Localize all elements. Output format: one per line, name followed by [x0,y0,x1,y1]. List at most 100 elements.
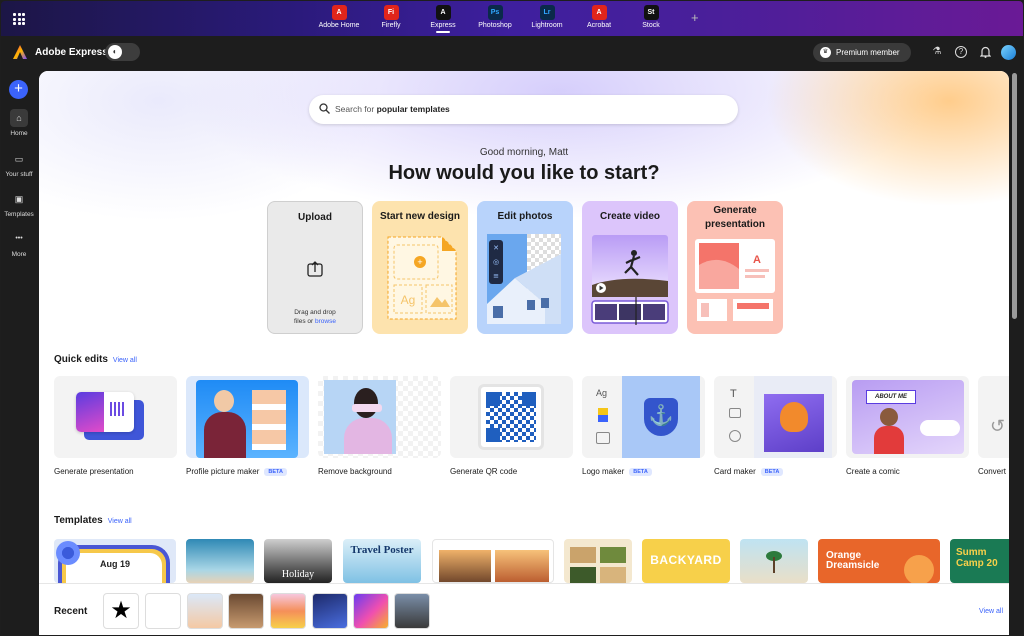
recent-item[interactable] [353,593,389,629]
app-tab-stock[interactable]: St Stock [625,5,677,33]
help-icon[interactable]: ? [955,46,967,58]
quick-edit-generate-qr-code[interactable]: Generate QR code [450,376,575,476]
qr-code-icon [486,392,536,442]
user-avatar[interactable] [1001,45,1016,60]
rail-item-templates[interactable]: ▣ Templates [1,190,37,218]
recent-item[interactable] [187,593,223,629]
recent-view-all-link[interactable]: View all [979,608,1003,615]
template-card[interactable] [186,539,254,583]
rail-item-your-stuff[interactable]: ▭ Your stuff [1,150,37,178]
rail-item-more[interactable]: ••• More [1,230,37,258]
photoshop-icon: Ps [487,5,503,20]
quick-edit-thumbnail [54,376,177,458]
home-canvas: Search for popular templates Good mornin… [39,71,1009,635]
app-switcher-bar: A Adobe Home Fi Firefly A Express Ps Photosh… [1,1,1023,36]
template-card[interactable]: BACKYARD [642,539,730,583]
app-tab-lightroom[interactable]: Lr Lightroom [521,5,573,33]
quick-edit-convert[interactable]: ↺ Convert [978,376,1009,476]
quick-edit-card-maker[interactable]: T Card maker BETA [714,376,839,476]
recent-item[interactable] [270,593,306,629]
beaker-icon[interactable]: ⚗ [931,46,943,58]
rail-item-label: Templates [4,211,34,218]
bell-icon[interactable] [979,46,991,58]
templates-view-all-link[interactable]: View all [108,518,132,525]
start-card-upload[interactable]: Upload Drag and drop files or browse [267,201,363,334]
search-icon [319,103,330,114]
app-tab-photoshop[interactable]: Ps Photoshop [469,5,521,33]
template-card[interactable]: Travel Poster [343,539,421,583]
recent-item[interactable] [145,593,181,629]
svg-text:+: + [417,257,422,267]
express-header: Adobe Express ◐ ♛ Premium member ⚗ ? [1,36,1023,69]
template-card[interactable]: Orange Dreamsicle [818,539,940,583]
browse-link[interactable]: browse [315,318,336,325]
quick-edits-view-all-link[interactable]: View all [113,357,137,364]
app-tab-label: Adobe Home [318,22,360,29]
recent-item[interactable]: ★ [103,593,139,629]
app-tab-acrobat[interactable]: A Acrobat [573,5,625,33]
quick-edit-generate-presentation[interactable]: Generate presentation [54,376,179,476]
template-text: Aug 19 [99,559,130,569]
app-tab-firefly[interactable]: Fi Firefly [365,5,417,33]
quick-edit-label-text: Create a comic [846,467,900,476]
template-search-input[interactable]: Search for popular templates [309,95,738,124]
template-text: Orange Dreamsicle [826,550,880,571]
quick-edit-label: Remove background [318,467,443,476]
brand-title: Adobe Express [35,47,108,58]
firefly-icon: Fi [383,5,399,20]
start-card-title: Generate presentation [704,205,765,230]
acrobat-icon: A [591,5,607,20]
app-tab-label: Photoshop [478,22,512,29]
start-card-generate-presentation[interactable]: Generate presentation A [687,201,783,334]
template-card[interactable]: Holiday [264,539,332,583]
quick-edit-label: Profile picture maker BETA [186,467,311,476]
recent-item[interactable] [394,593,430,629]
rail-item-label: Home [10,130,28,137]
create-new-button[interactable]: + [9,80,28,99]
search-placeholder-bold: popular templates [376,104,450,114]
quick-edit-label: Create a comic [846,467,971,476]
premium-member-badge[interactable]: ♛ Premium member [813,43,911,62]
recent-title: Recent [54,606,88,617]
templates-icon: ▣ [14,194,24,204]
svg-text:Ag: Ag [401,293,416,307]
add-tab-button[interactable]: + [691,10,699,25]
quick-edit-create-a-comic[interactable]: ABOUT ME Create a comic [846,376,971,476]
quick-edit-thumbnail [186,376,309,458]
adobe-express-logo-icon[interactable] [12,44,28,60]
quick-edit-remove-background[interactable]: Remove background [318,376,443,476]
beta-badge: BETA [264,468,287,476]
start-card-title: Start new design [379,211,460,222]
rail-item-home[interactable]: ⌂ Home [1,109,37,137]
start-card-new-design[interactable]: Start new design + Ag [372,201,468,334]
app-grid-icon[interactable] [13,13,25,25]
adobe-home-icon: A [331,5,347,20]
theme-toggle-icon: ◐ [108,45,122,59]
quick-edit-thumbnail: ↺ [978,376,1009,458]
template-text: Travel Poster [350,544,414,556]
template-card[interactable] [740,539,808,583]
template-card[interactable] [432,539,554,583]
quick-edit-label-text: Generate presentation [54,467,134,476]
quick-edit-thumbnail: ABOUT ME [846,376,969,458]
app-tab-label: Express [417,22,469,33]
svg-text:A: A [753,254,761,266]
template-card[interactable] [564,539,632,583]
upload-icon [307,261,323,277]
app-tab-express[interactable]: A Express [417,5,469,33]
quick-edit-label-text: Convert [978,467,1007,476]
recent-item[interactable] [228,593,264,629]
recent-item[interactable] [312,593,348,629]
page-scrollbar[interactable] [1012,73,1017,319]
start-card-create-video[interactable]: Create video [582,201,678,334]
quick-edit-profile-picture-maker[interactable]: Profile picture maker BETA [186,376,311,476]
app-tab-adobe-home[interactable]: A Adobe Home [313,5,365,33]
upload-hint-line1: Drag and drop [294,309,336,316]
quick-edit-label: Convert [978,467,1009,476]
quick-edit-label: Card maker BETA [714,467,839,476]
quick-edit-logo-maker[interactable]: Ag ⚓ Logo maker BETA [582,376,707,476]
template-card[interactable]: Summ Camp 20 [950,539,1009,583]
theme-toggle[interactable]: ◐ [105,43,140,61]
template-card[interactable]: Aug 19 [54,539,176,583]
start-card-edit-photos[interactable]: Edit photos ✕ ◎ ≡ [477,201,573,334]
